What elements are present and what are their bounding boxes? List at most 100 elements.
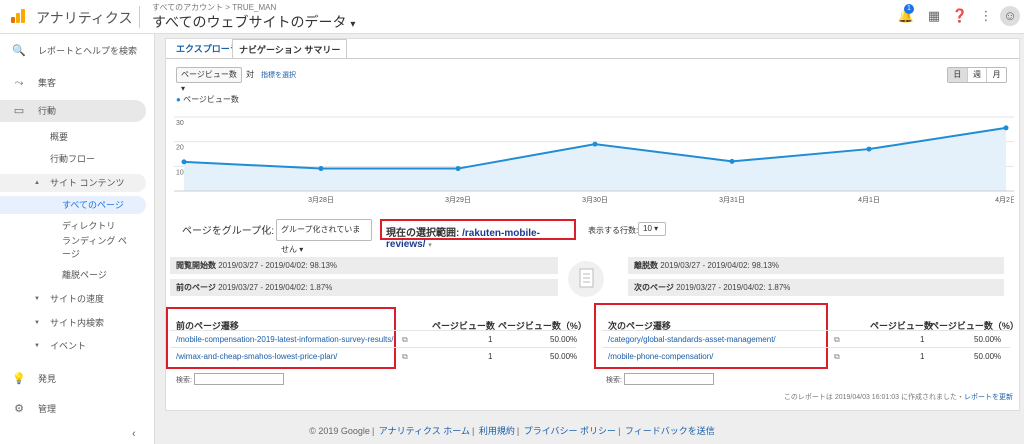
property-selector[interactable]: すべてのウェブサイトのデータ ▾ [152,12,355,32]
sidebar-item-label: サイト コンテンツ [50,178,125,188]
gear-icon: ⚙ [14,403,24,415]
more-vert-icon[interactable]: ⋮ [976,6,996,26]
next-band: 次のページ 2019/03/27 - 2019/04/02: 1.87% [628,279,1004,296]
sidebar-item-admin[interactable]: ⚙ 管理 [0,398,155,420]
search-label: 検索: [176,377,192,384]
exit-label: 離脱数 [634,261,658,270]
x-tick-label: 3月29日 [445,196,471,204]
open-page-icon[interactable]: ⧉ [402,331,408,348]
tab-divider [166,58,1019,59]
vs-label: 対 [246,70,254,79]
apps-grid-icon[interactable]: ▦ [924,6,944,26]
next-search-input[interactable] [624,373,714,385]
table-row: /category/global-standards-asset-managem… [602,330,1010,347]
sidebar-item-site-speed[interactable]: ▼ サイトの速度 [0,290,146,308]
prev-search: 検索: [176,373,284,385]
rows-select[interactable]: 10 ▾ [638,222,666,236]
sidebar-search[interactable]: 🔍 レポートとヘルプを検索 [0,40,155,62]
sidebar-item-landing-pages[interactable]: ランディング ページ [0,235,146,261]
footer-link-privacy[interactable]: プライバシー ポリシー [524,426,616,436]
group-select[interactable]: グループ化されていません ▾ [276,219,372,254]
table-row: /mobile-compensation-2019-latest-informa… [170,330,578,348]
x-tick-label: 4月2日 [995,196,1014,204]
sidebar: 🔍 レポートとヘルプを検索 ⤳ 集客 ▭ 行動 概要 行動フロー ▲ サイト コンテンツ… [0,34,155,444]
sidebar-item-events[interactable]: ▼ イベント [0,337,146,355]
entrance-value: 2019/03/27 - 2019/04/02: 98.13% [218,261,337,270]
sidebar-item-discover[interactable]: 💡 発見 [0,368,155,390]
prev-label: 前のページ [176,283,216,292]
sidebar-item-label: 行動 [38,106,57,116]
period-week-button[interactable]: 週 [968,68,988,82]
lightbulb-icon: 💡 [12,373,26,385]
data-point [592,141,598,147]
sidebar-item-exit-pages[interactable]: 離脱ページ [0,266,146,284]
open-page-icon[interactable]: ⧉ [834,348,840,365]
group-select-value: グループ化されていません [281,225,361,254]
sidebar-item-label: 集客 [38,78,57,88]
footer-link-home[interactable]: アナリティクス ホーム [379,426,470,436]
sidebar-item-label: 離脱ページ [62,270,107,280]
prev-band: 前のページ 2019/03/27 - 2019/04/02: 1.87% [170,279,558,296]
report-panel: エクスプローラ ナビゲーション サマリー ページビュー数 ▾ 対 指標を選択 日… [165,38,1020,411]
open-page-icon[interactable]: ⧉ [834,331,840,348]
sidebar-item-directory[interactable]: ディレクトリ [0,217,146,235]
x-tick-label: 4月1日 [858,196,880,204]
bell-icon[interactable]: 🔔 1 [896,4,916,26]
avatar[interactable]: ☺ [1000,6,1020,26]
current-selection[interactable]: 現在の選択範囲: /rakuten-mobile-reviews/ ▾ [380,219,576,250]
sidebar-item-overview[interactable]: 概要 [0,128,146,146]
prev-page-link[interactable]: /mobile-compensation-2019-latest-informa… [176,331,393,348]
footer-link-feedback[interactable]: フィードバックを送信 [625,426,715,436]
metric-select-value: ページビュー数 [181,70,237,79]
sidebar-item-behavior-flow[interactable]: 行動フロー [0,150,146,168]
prev-page-link[interactable]: /wimax-and-cheap-smahos-lowest-price-pla… [176,348,337,365]
entrance-label: 閲覧開始数 [176,261,216,270]
prev-pct: 50.00% [550,352,578,361]
rows-select-value: 10 [643,224,652,233]
sidebar-item-site-content[interactable]: ▲ サイト コンテンツ [0,174,146,192]
copyright: © 2019 Google [309,426,370,436]
prev-search-input[interactable] [194,373,284,385]
triangle-right-icon: ▼ [34,296,40,302]
data-point [729,158,735,164]
next-pct: 50.00% [974,352,1002,361]
open-page-icon[interactable]: ⧉ [402,348,408,365]
next-label: 次のページ [634,283,674,292]
sidebar-item-behavior[interactable]: ▭ 行動 [0,100,146,122]
acquisition-icon: ⤳ [14,77,24,89]
sidebar-item-all-pages[interactable]: すべてのページ [0,196,146,214]
sidebar-item-label: サイトの速度 [50,294,105,304]
sidebar-search-label: レポートとヘルプを検索 [38,46,138,56]
next-page-link[interactable]: /mobile-phone-compensation/ [608,348,713,365]
chart-legend: ● ページビュー数 [176,94,239,105]
legend-label: ページビュー数 [183,95,239,104]
table-row: /wimax-and-cheap-smahos-lowest-price-pla… [170,347,578,365]
add-metric-link[interactable]: 指標を選択 [261,70,296,80]
sidebar-item-label: 行動フロー [50,154,96,164]
sidebar-item-acquisition[interactable]: ⤳ 集客 [0,72,155,94]
chevron-down-icon: ▾ [181,84,186,93]
sidebar-item-site-search[interactable]: ▼ サイト内検索 [0,314,146,332]
analytics-logo-icon[interactable] [10,8,26,24]
prev-pv: 1 [488,352,493,361]
entrance-band: 閲覧開始数 2019/03/27 - 2019/04/02: 98.13% [170,257,558,274]
period-toggle: 日 週 月 [947,67,1007,83]
tab-navigation-summary[interactable]: ナビゲーション サマリー [232,39,348,59]
help-icon[interactable]: ❓ [950,6,970,26]
sidebar-item-label: 発見 [38,374,57,384]
period-day-button[interactable]: 日 [948,68,968,82]
app-name: アナリティクス [36,10,133,26]
prev-pct: 50.00% [550,335,578,344]
rows-label: 表示する行数: [588,226,639,235]
refresh-report-link[interactable]: レポートを更新 [964,394,1013,401]
period-month-button[interactable]: 月 [987,68,1006,82]
metric-select[interactable]: ページビュー数 ▾ [176,67,242,93]
sidebar-item-label: イベント [50,341,87,351]
next-search: 検索: [606,373,714,385]
next-page-link[interactable]: /category/global-standards-asset-managem… [608,331,776,348]
divider [139,6,140,28]
top-bar: アナリティクス すべてのアカウント > TRUE_MAN すべてのウェブサイトの… [0,0,1024,34]
data-point [455,166,461,172]
footer-link-terms[interactable]: 利用規約 [479,426,515,436]
data-point [318,166,324,172]
